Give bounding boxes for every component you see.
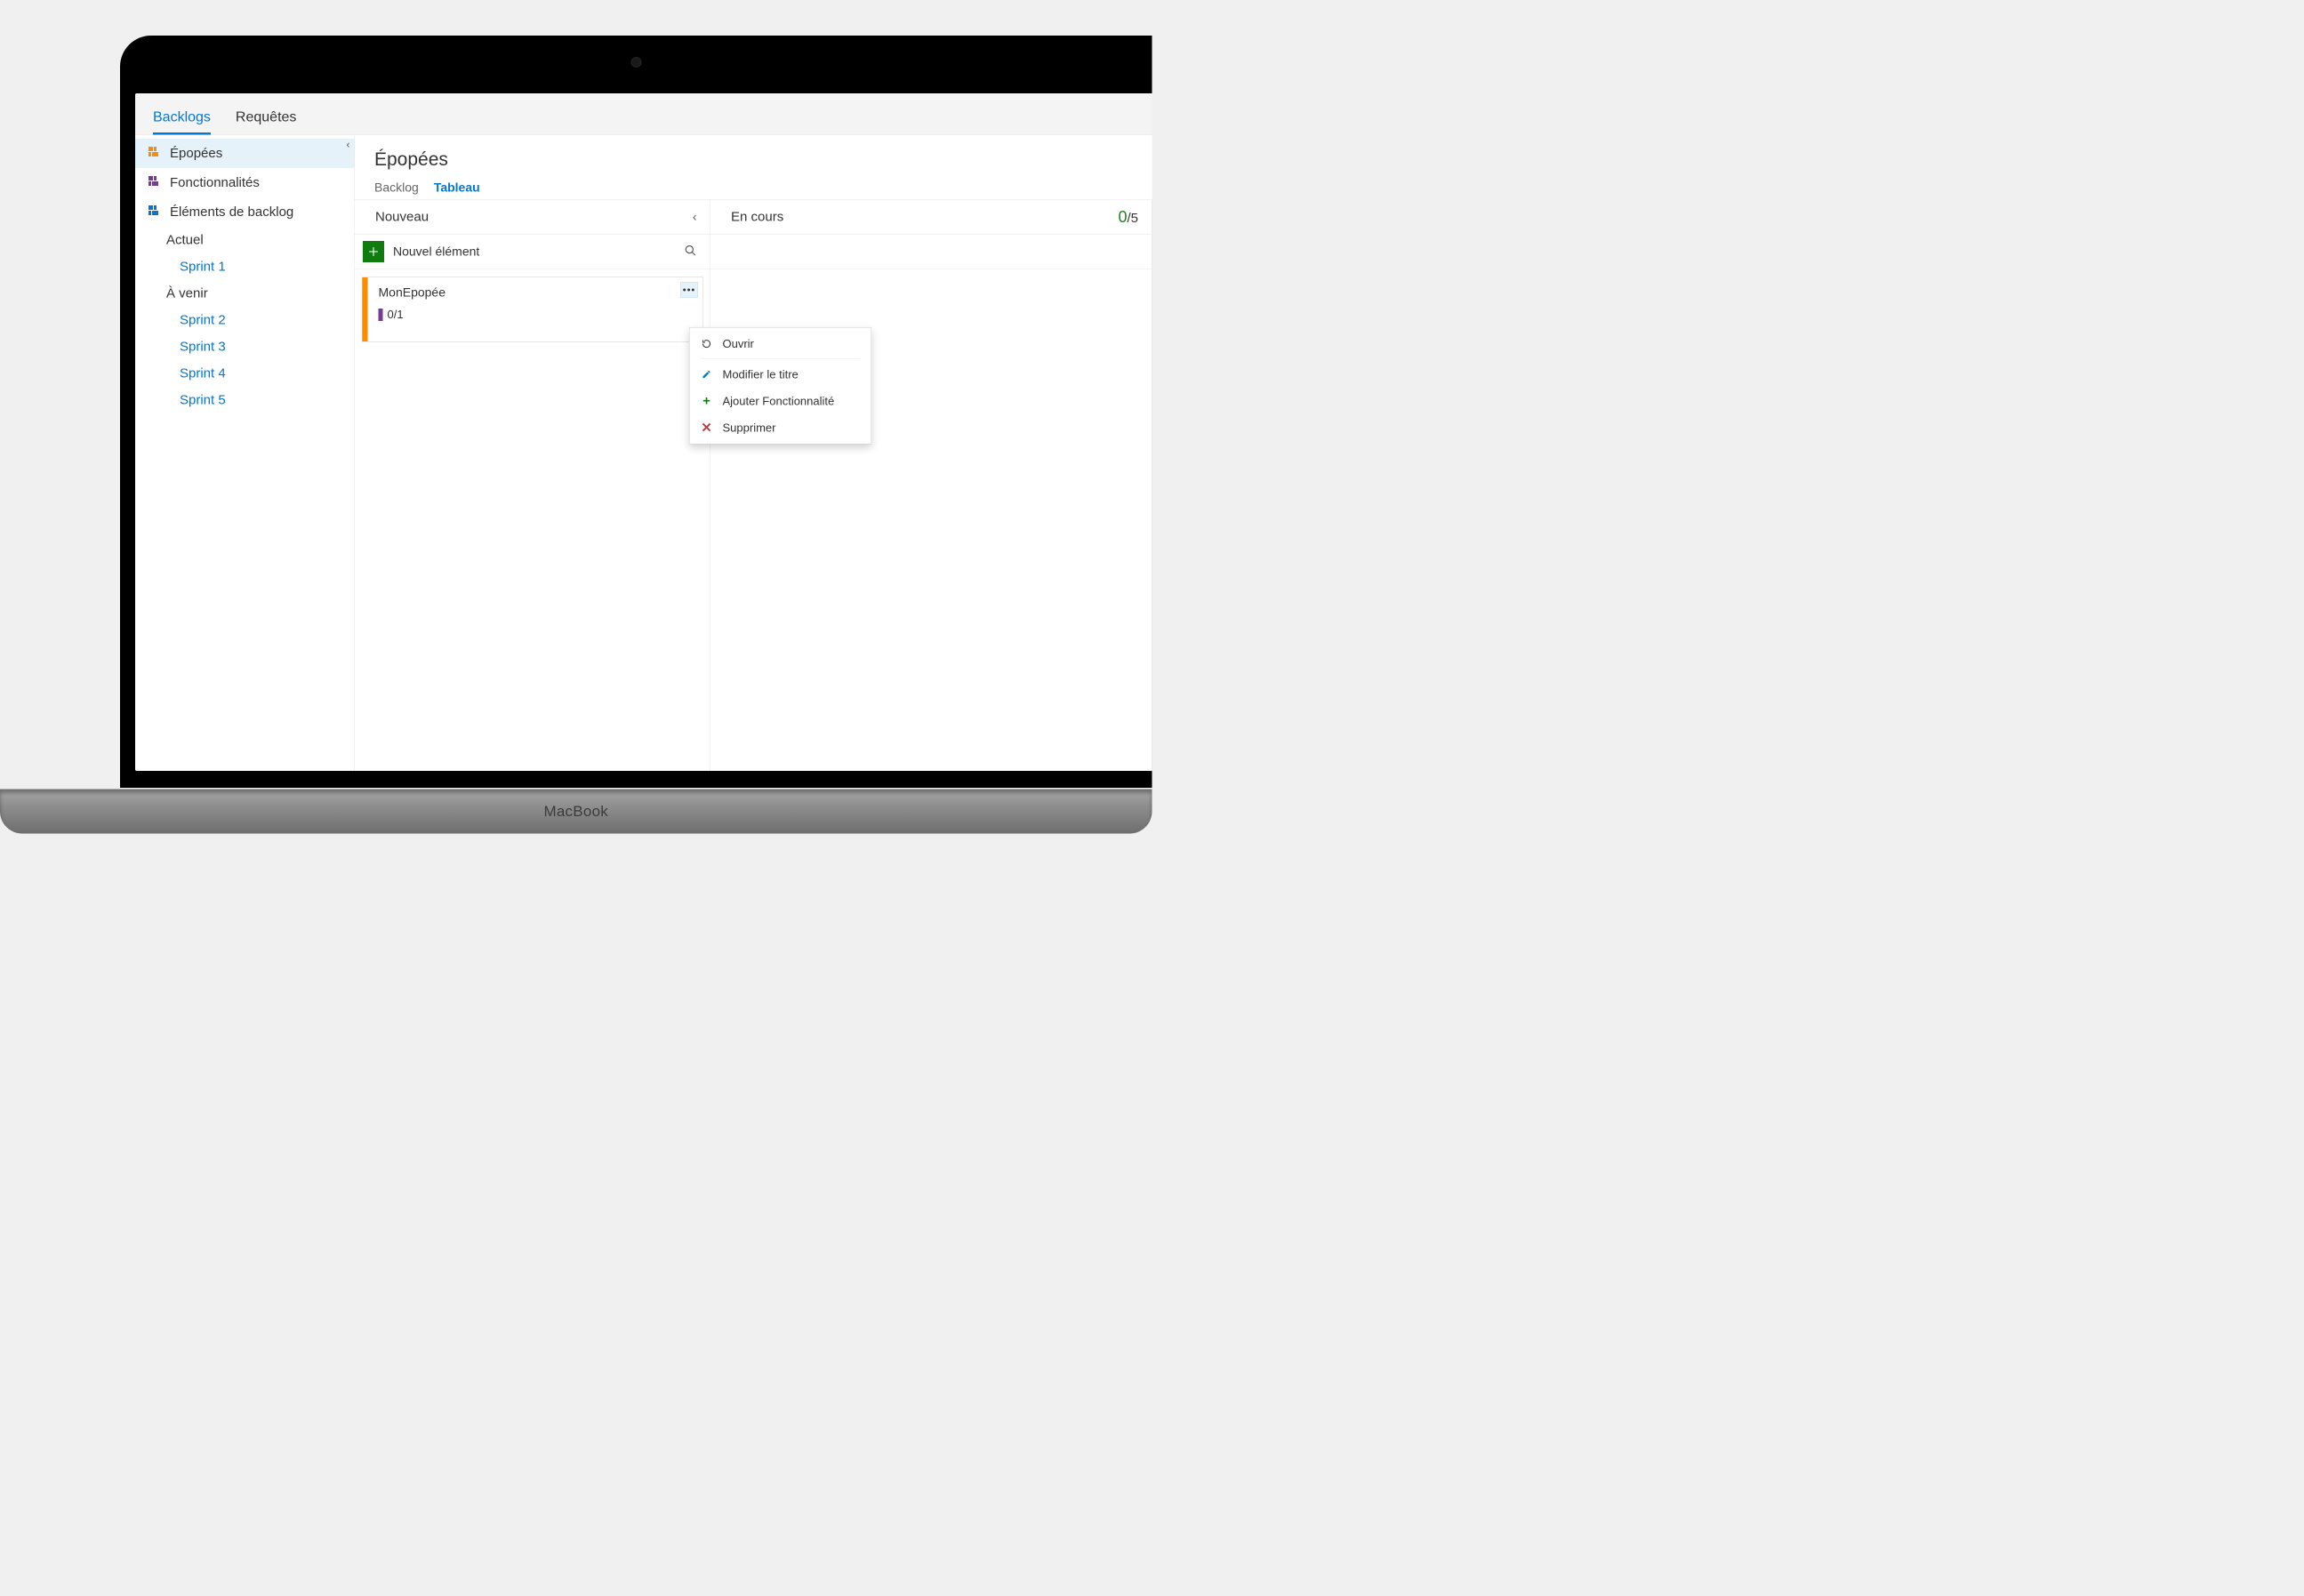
card-body: MonEpopée 0/1 xyxy=(368,277,703,341)
backlog-level-icon xyxy=(149,206,161,219)
column-title: Nouveau xyxy=(375,210,429,225)
delete-icon: ✕ xyxy=(701,421,713,434)
sidebar-collapse-caret[interactable]: ‹ xyxy=(347,139,350,151)
feature-icon xyxy=(379,309,383,321)
ctx-label: Ajouter Fonctionnalité xyxy=(723,394,835,408)
subtab-backlog[interactable]: Backlog xyxy=(374,180,419,195)
pencil-icon xyxy=(701,368,713,381)
kanban-board: Nouveau ‹ Nouvel élément xyxy=(355,199,1152,771)
column-collapse-icon[interactable]: ‹ xyxy=(693,210,697,224)
sidebar-item-label: Éléments de backlog xyxy=(170,205,293,220)
ctx-open[interactable]: Ouvrir xyxy=(690,331,871,357)
menu-separator xyxy=(701,359,861,360)
plus-icon xyxy=(368,246,380,258)
page-title: Épopées xyxy=(374,148,1133,170)
search-icon[interactable] xyxy=(685,245,697,260)
sidebar-section-upcoming: À venir xyxy=(135,280,355,307)
column-toolbar xyxy=(710,235,1152,269)
sidebar-sprint-link[interactable]: Sprint 4 xyxy=(135,360,355,387)
subtab-board[interactable]: Tableau xyxy=(434,180,480,195)
wip-done: 0 xyxy=(1118,208,1127,227)
sidebar: ‹ Épopées Fonctionnalités xyxy=(135,135,355,771)
sidebar-item-label: Fonctionnalités xyxy=(170,175,260,190)
board-column-new: Nouveau ‹ Nouvel élément xyxy=(355,199,710,771)
ctx-label: Ouvrir xyxy=(723,337,754,351)
sidebar-item-label: Épopées xyxy=(170,146,222,161)
board-column-inprogress: En cours 0/5 xyxy=(710,199,1152,771)
laptop-base: MacBook xyxy=(0,790,1152,834)
card-title: MonEpopée xyxy=(379,285,677,300)
column-header: Nouveau ‹ xyxy=(355,200,710,235)
open-icon xyxy=(701,338,713,350)
body-split: ‹ Épopées Fonctionnalités xyxy=(135,135,1152,771)
webcam xyxy=(630,57,641,68)
view-subtabs: Backlog Tableau xyxy=(374,180,1133,195)
sidebar-item-epics[interactable]: Épopées xyxy=(135,139,355,168)
card-child-count: 0/1 xyxy=(379,308,404,322)
main-content: Épopées Backlog Tableau Nouveau ‹ xyxy=(355,135,1152,771)
ctx-label: Modifier le titre xyxy=(723,367,799,381)
tab-requests[interactable]: Requêtes xyxy=(236,108,296,135)
plus-icon: + xyxy=(701,395,713,407)
sidebar-sprint-link[interactable]: Sprint 1 xyxy=(135,253,355,280)
card-context-menu: Ouvrir Modifier le titre + xyxy=(689,327,871,445)
sidebar-sprint-link[interactable]: Sprint 5 xyxy=(135,387,355,413)
column-wip-count: 0/5 xyxy=(1118,208,1138,227)
card-count-value: 0/1 xyxy=(388,308,404,322)
tab-backlogs[interactable]: Backlogs xyxy=(153,108,211,135)
card-actions-button[interactable]: ••• xyxy=(680,282,698,298)
ctx-edit-title[interactable]: Modifier le titre xyxy=(690,361,871,388)
main-header: Épopées Backlog Tableau xyxy=(355,135,1152,195)
sidebar-sprint-link[interactable]: Sprint 2 xyxy=(135,307,355,333)
new-item-label: Nouvel élément xyxy=(393,245,479,259)
column-header: En cours 0/5 xyxy=(710,200,1152,235)
ctx-delete[interactable]: ✕ Supprimer xyxy=(690,414,871,441)
top-tabbar: Backlogs Requêtes xyxy=(135,93,1152,135)
ctx-add-feature[interactable]: + Ajouter Fonctionnalité xyxy=(690,388,871,414)
sidebar-item-features[interactable]: Fonctionnalités xyxy=(135,168,355,197)
ctx-label: Supprimer xyxy=(723,421,776,435)
wip-total: /5 xyxy=(1127,211,1138,226)
sidebar-sprint-link[interactable]: Sprint 3 xyxy=(135,333,355,360)
board-card[interactable]: MonEpopée 0/1 ••• xyxy=(362,277,703,342)
new-item-button[interactable] xyxy=(363,241,384,262)
column-title: En cours xyxy=(731,210,783,225)
sidebar-section-current: Actuel xyxy=(135,227,355,253)
device-model-label: MacBook xyxy=(543,803,608,821)
backlog-level-icon xyxy=(149,148,161,160)
laptop-frame: Backlogs Requêtes ‹ Épopées xyxy=(0,36,1152,834)
laptop-bezel: Backlogs Requêtes ‹ Épopées xyxy=(120,36,1152,788)
column-toolbar: Nouvel élément xyxy=(355,235,710,269)
app-screen: Backlogs Requêtes ‹ Épopées xyxy=(135,93,1152,771)
backlog-level-icon xyxy=(149,177,161,189)
sidebar-item-backlogitems[interactable]: Éléments de backlog xyxy=(135,197,355,227)
